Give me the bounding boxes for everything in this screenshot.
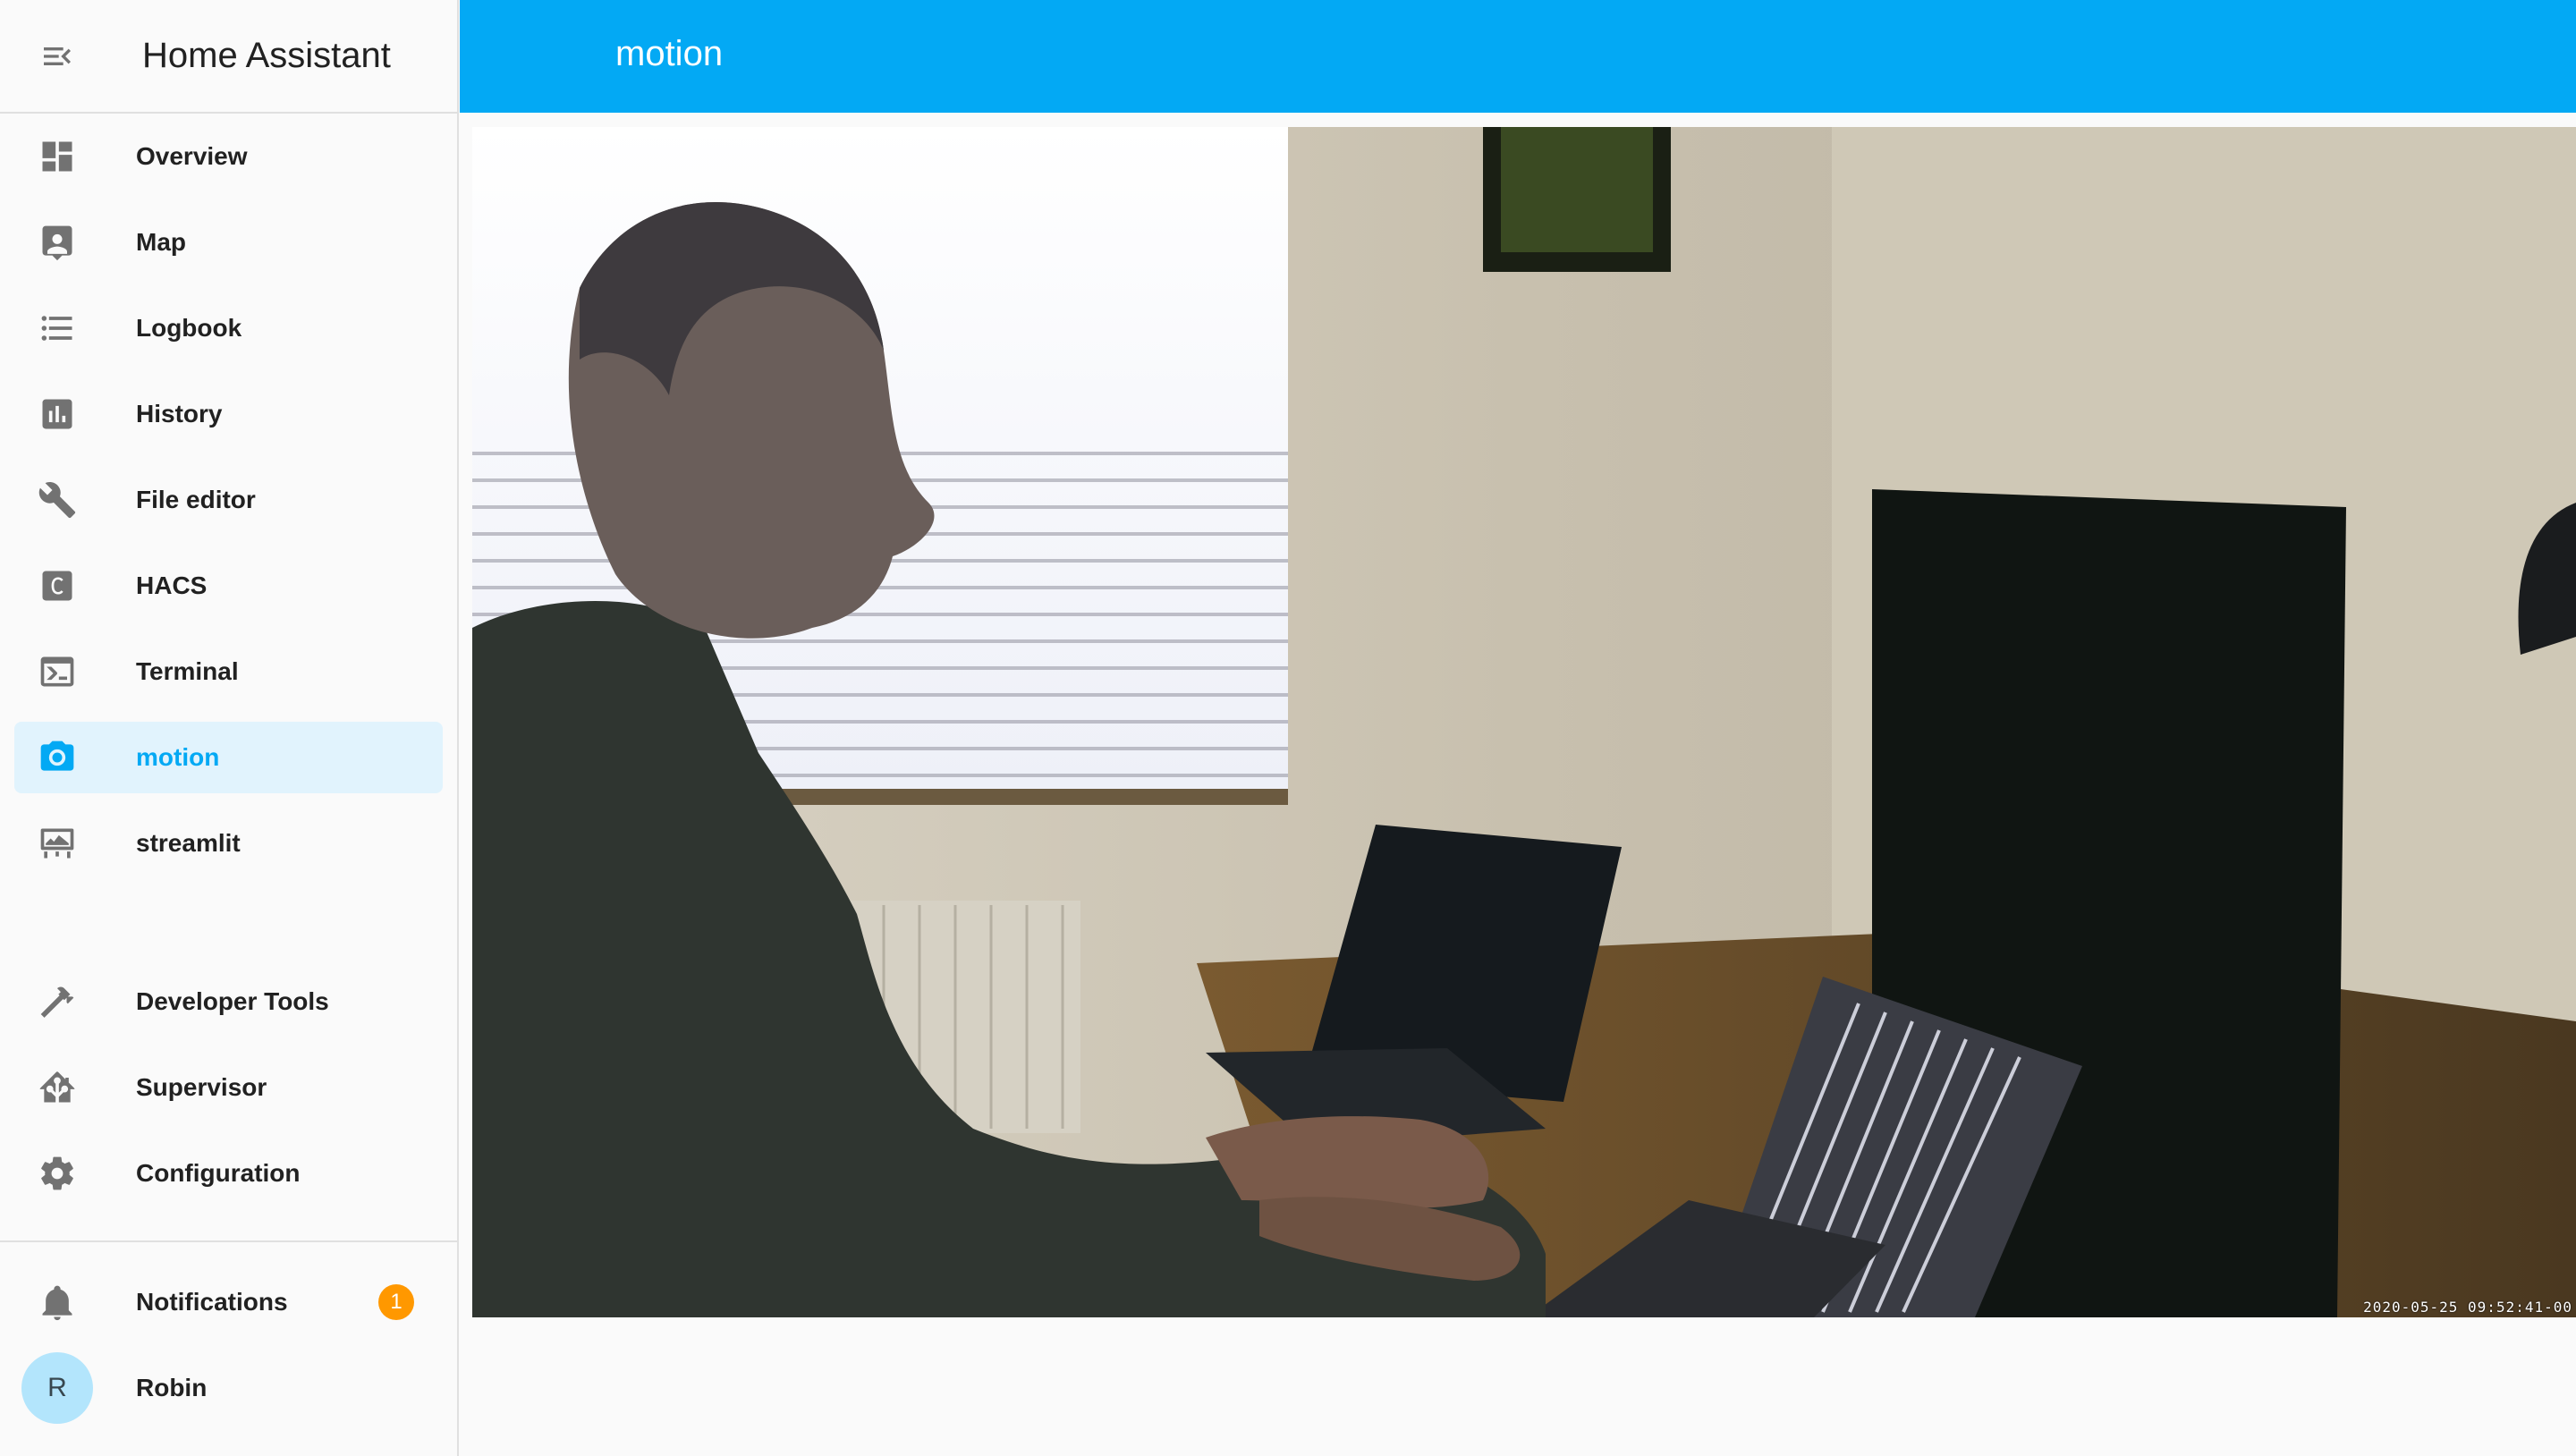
console-icon: [36, 650, 79, 693]
cog-icon: [36, 1152, 79, 1195]
sidebar-user-section: Notifications 1 R Robin: [0, 1266, 457, 1438]
sidebar-item-label: Developer Tools: [136, 987, 329, 1015]
sidebar-item-hacs[interactable]: HACS: [14, 550, 443, 622]
sidebar: Home Assistant Overview Map Logbook Hist…: [0, 0, 459, 1456]
app-title: Home Assistant: [142, 36, 391, 75]
avatar: R: [21, 1352, 93, 1424]
sidebar-item-logbook[interactable]: Logbook: [14, 292, 443, 364]
sidebar-item-label: File editor: [136, 486, 256, 513]
menu-open-icon: [44, 47, 71, 65]
sidebar-item-label: Configuration: [136, 1159, 301, 1187]
sidebar-item-history[interactable]: History: [14, 378, 443, 450]
view-dashboard-icon: [36, 135, 79, 178]
camera-image: [472, 127, 2576, 1317]
camera-icon: [36, 736, 79, 779]
sidebar-item-label: Map: [136, 228, 186, 256]
sidebar-item-supervisor[interactable]: Supervisor: [14, 1052, 443, 1123]
user-name: Robin: [136, 1374, 208, 1401]
sidebar-item-label: motion: [136, 743, 220, 771]
sidebar-nav: Overview Map Logbook History File editor…: [0, 121, 457, 893]
sidebar-item-map[interactable]: Map: [14, 207, 443, 278]
sidebar-bottom-nav: Developer Tools Supervisor Configuration: [0, 966, 457, 1223]
home-assistant-icon: [36, 1066, 79, 1109]
bell-icon: [36, 1281, 79, 1324]
hammer-icon: [36, 980, 79, 1023]
sidebar-item-label: History: [136, 400, 223, 427]
sidebar-item-file-editor[interactable]: File editor: [14, 464, 443, 536]
sidebar-item-developer-tools[interactable]: Developer Tools: [14, 966, 443, 1037]
sidebar-item-label: Overview: [136, 142, 248, 170]
sidebar-item-overview[interactable]: Overview: [14, 121, 443, 192]
page-title: motion: [615, 34, 724, 73]
sidebar-item-configuration[interactable]: Configuration: [14, 1138, 443, 1209]
sidebar-item-label: streamlit: [136, 829, 241, 857]
format-list-bulleted-icon: [36, 307, 79, 350]
sidebar-item-label: Supervisor: [136, 1073, 267, 1101]
sidebar-item-label: Terminal: [136, 657, 239, 685]
camera-feed[interactable]: 2020-05-25 09:52:41-00: [472, 127, 2576, 1317]
sidebar-item-notifications[interactable]: Notifications 1: [14, 1266, 443, 1338]
camera-timestamp: 2020-05-25 09:52:41-00: [2363, 1299, 2572, 1316]
sidebar-item-profile[interactable]: R Robin: [14, 1352, 443, 1424]
menu-toggle-button[interactable]: [13, 0, 102, 113]
app-header: motion: [460, 0, 2576, 113]
hacs-icon: [36, 564, 79, 607]
sidebar-item-motion[interactable]: motion: [14, 722, 443, 793]
sidebar-item-label: HACS: [136, 571, 208, 599]
sidebar-item-label: Logbook: [136, 314, 242, 342]
chart-box-icon: [36, 393, 79, 436]
sidebar-divider: [0, 1240, 457, 1242]
monitor-dashboard-icon: [36, 822, 79, 865]
wrench-icon: [36, 478, 79, 521]
sidebar-item-terminal[interactable]: Terminal: [14, 636, 443, 707]
sidebar-item-label: Notifications: [136, 1288, 288, 1316]
sidebar-header: Home Assistant: [0, 0, 457, 114]
sidebar-item-streamlit[interactable]: streamlit: [14, 808, 443, 879]
notification-count-badge: 1: [378, 1284, 414, 1320]
account-box-icon: [36, 221, 79, 264]
